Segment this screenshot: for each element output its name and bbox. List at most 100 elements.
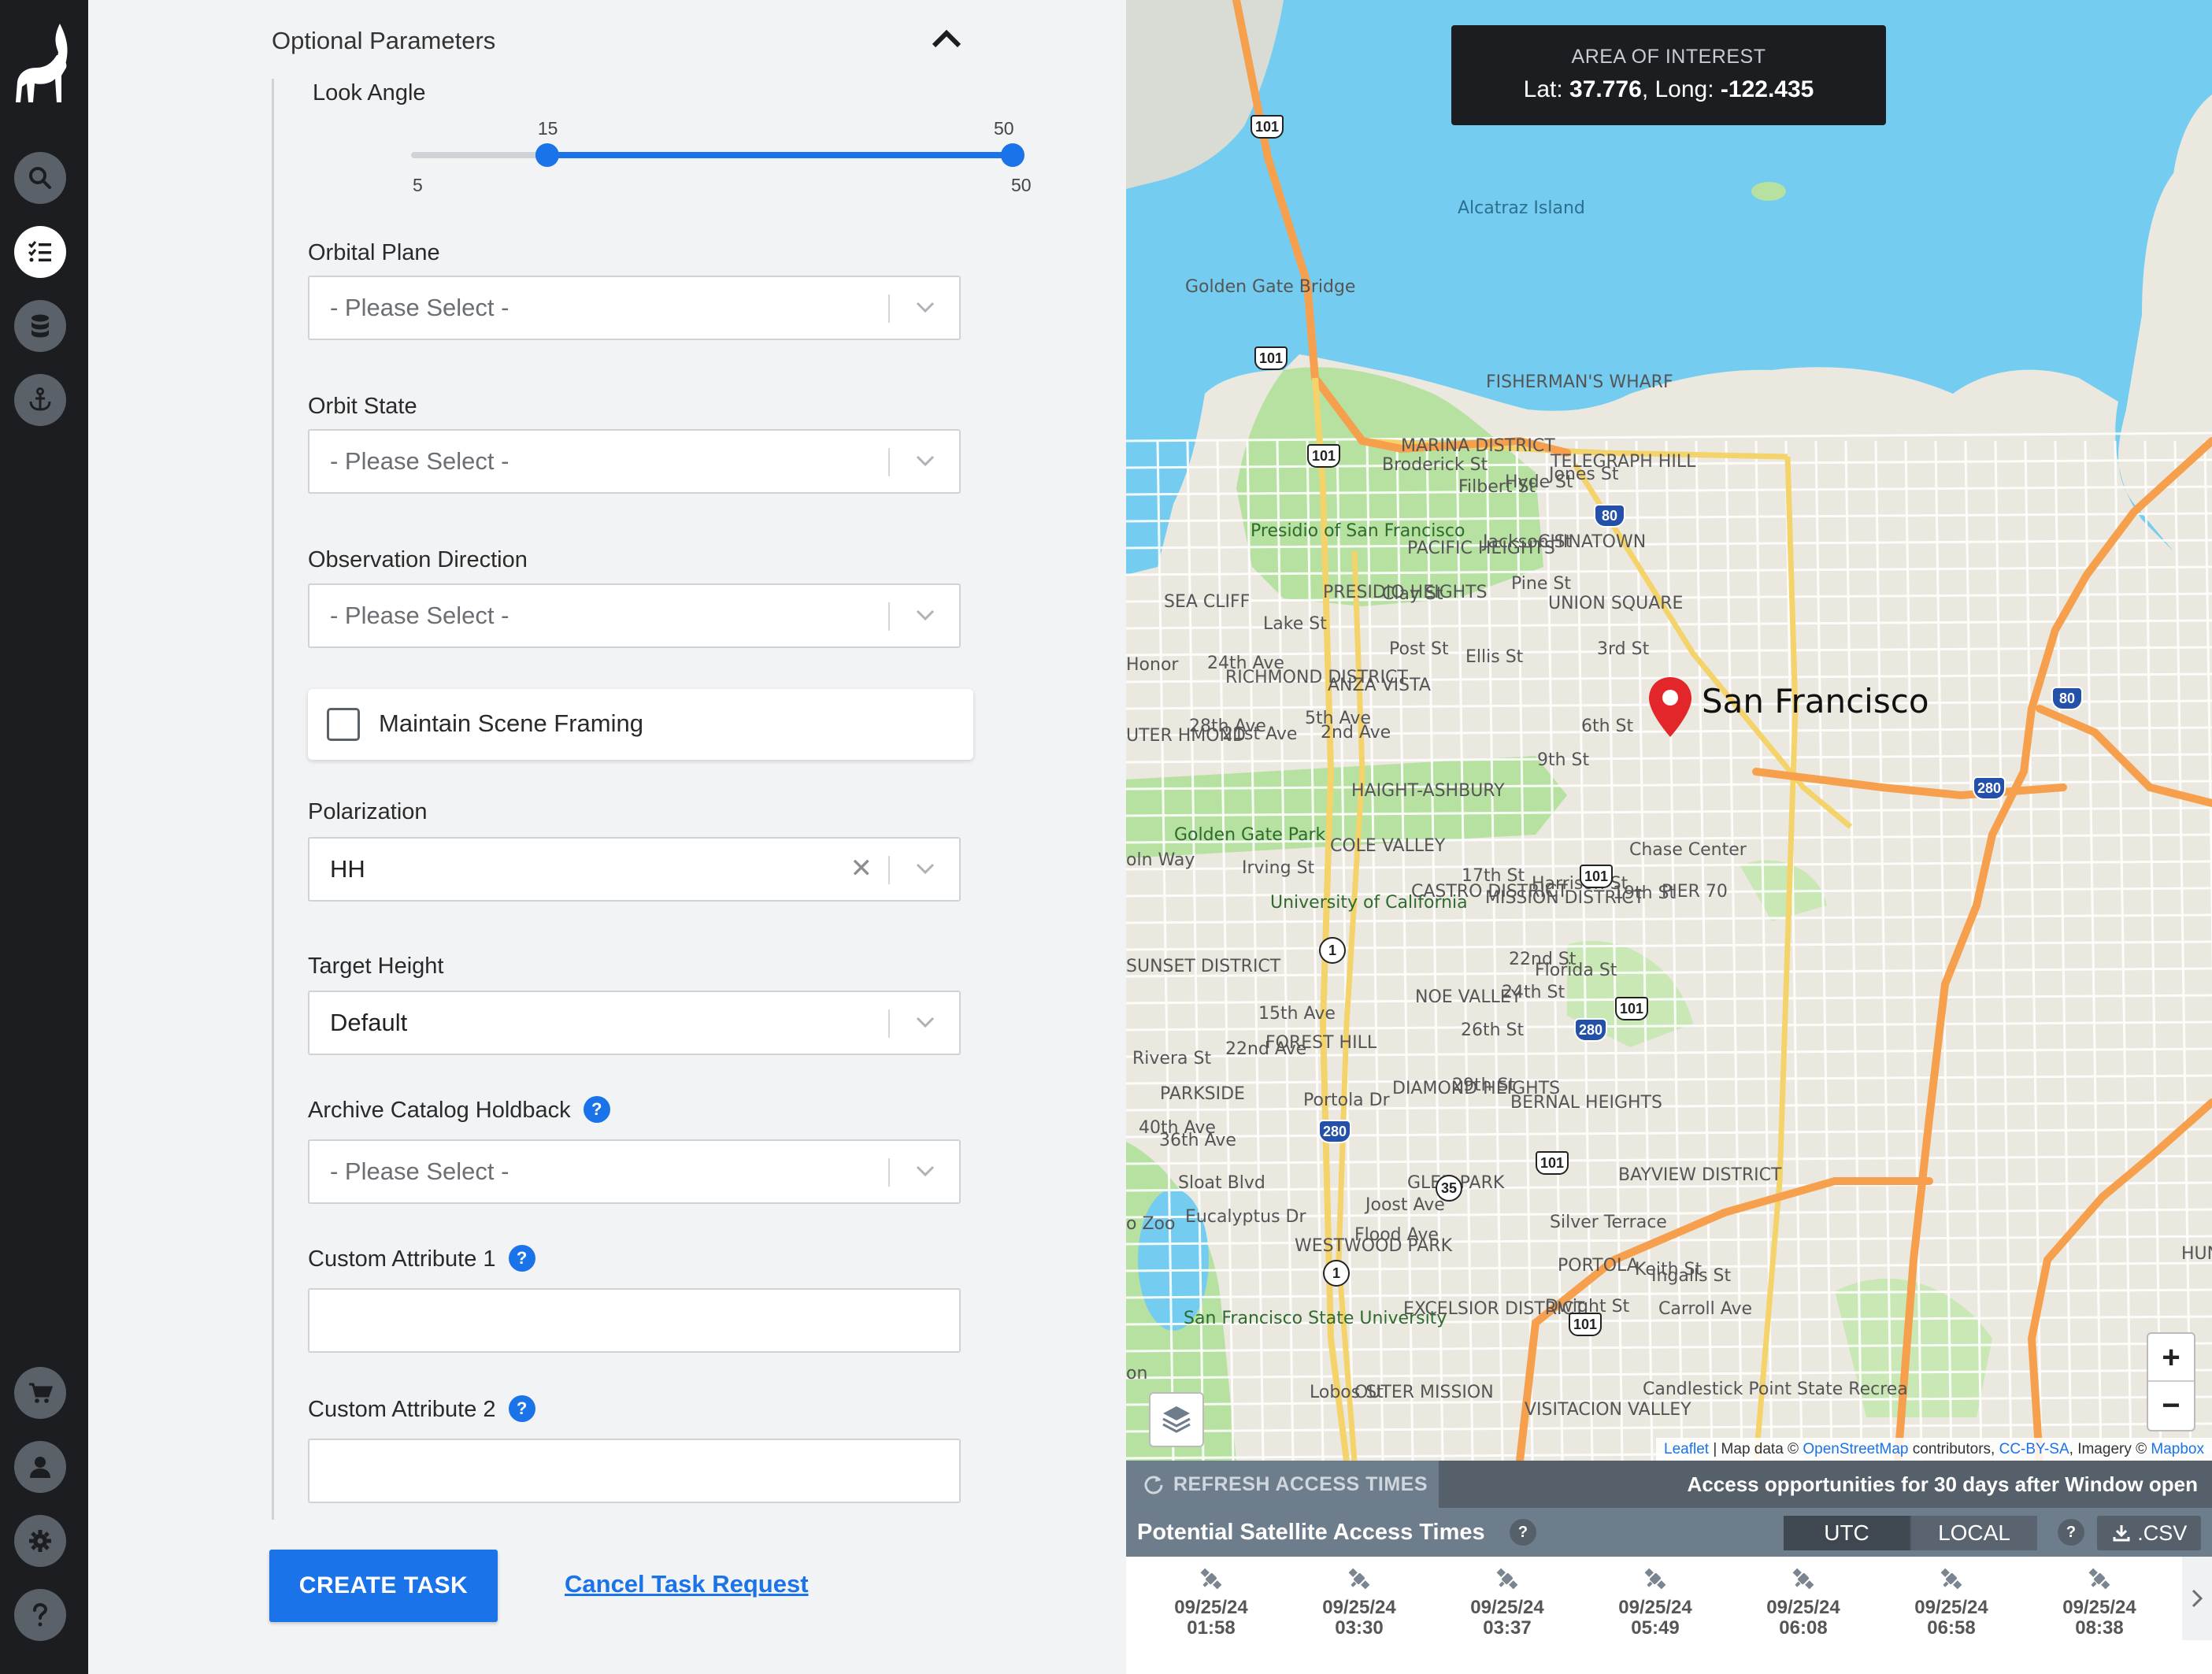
access-date: 09/25/24 [1618,1597,1692,1618]
orbital-plane-select[interactable]: - Please Select - [308,276,961,340]
access-time-item[interactable]: 09/25/24 01:58 [1137,1557,1285,1640]
map-place-label: BAYVIEW DISTRICT [1618,1165,1782,1185]
highway-shield: 101 [1254,346,1288,370]
slider-low-handle[interactable] [535,143,559,167]
map-place-label: 24th Ave [1207,654,1284,673]
map-place-label: 15th Ave [1258,1004,1336,1024]
target-height-select[interactable]: Default [308,991,961,1055]
access-time-item[interactable]: 09/25/24 06:58 [1877,1557,2025,1640]
custom-attribute-2-text: Custom Attribute 2 [308,1397,496,1422]
highway-shield: 1 [1323,1260,1350,1287]
access-time-item[interactable]: 09/25/24 06:08 [1729,1557,1877,1640]
select-separator [888,1009,890,1038]
osm-link[interactable]: OpenStreetMap [1803,1441,1908,1457]
map-place-label: Portola Dr [1303,1091,1390,1110]
select-separator [888,602,890,631]
look-angle-slider[interactable]: 15 50 5 50 [324,118,1033,213]
anchor-nav-button[interactable] [14,374,66,426]
slider-max-label: 50 [1011,175,1032,195]
map-place-label: Candlestick Point State Recrea [1643,1380,1908,1399]
access-time-item[interactable]: 09/25/24 08:38 [2025,1557,2173,1640]
map-place-label: HAIGHT-ASHBURY [1351,781,1505,801]
access-date: 09/25/24 [1766,1597,1840,1618]
highway-shield: 80 [1594,504,1625,528]
access-header-bar: REFRESH ACCESS TIMES Access opportunitie… [1126,1461,2212,1508]
chevron-down-icon [916,1165,935,1177]
access-time-item[interactable]: 09/25/24 03:30 [1285,1557,1433,1640]
highway-shield: 101 [1615,997,1649,1020]
checkbox-box[interactable] [327,708,360,741]
chevron-down-icon [916,455,935,467]
next-page-button[interactable] [2182,1557,2212,1640]
cancel-task-link[interactable]: Cancel Task Request [565,1570,809,1598]
custom-attribute-1-input[interactable] [308,1288,961,1353]
custom-attribute-2-label: Custom Attribute 2? [308,1395,535,1424]
orbit-state-select[interactable]: - Please Select - [308,429,961,494]
access-time-item[interactable]: 09/25/24 05:49 [1581,1557,1729,1640]
timezone-toggle[interactable]: UTC LOCAL [1784,1516,2037,1550]
zoom-control[interactable]: + − [2147,1332,2195,1431]
help-icon[interactable]: ? [583,1096,610,1124]
chevron-right-icon [2192,1589,2203,1608]
cart-icon [29,1383,54,1403]
map-view[interactable]: AREA OF INTEREST Lat: 37.776, Long: -122… [1126,0,2212,1461]
database-nav-button[interactable] [14,300,66,352]
access-times-list: 09/25/24 01:58 09/25/24 03:30 09/25/24 03:37 0… [1126,1557,2212,1640]
help-icon[interactable]: ? [2058,1519,2084,1546]
help-icon[interactable]: ? [508,1245,535,1272]
refresh-icon [1144,1476,1163,1494]
export-csv-button[interactable]: .CSV [2097,1516,2201,1550]
map-place-label: Golden Gate Park [1174,825,1326,845]
chevron-up-icon[interactable] [928,24,965,55]
create-task-button[interactable]: CREATE TASK [269,1550,498,1622]
access-time: 01:58 [1187,1617,1236,1639]
map-place-label: 22nd Ave [1225,1039,1307,1059]
access-time-item[interactable]: 09/25/24 03:37 [1433,1557,1581,1640]
map-place-label: Silver Terrace [1550,1213,1667,1232]
local-toggle[interactable]: LOCAL [1911,1516,2037,1550]
chevron-down-icon [916,609,935,621]
utc-toggle[interactable]: UTC [1784,1516,1910,1550]
help-icon[interactable]: ? [1510,1519,1536,1546]
refresh-access-times-button[interactable]: REFRESH ACCESS TIMES [1126,1461,1439,1508]
zoom-out-button[interactable]: − [2148,1382,2194,1430]
gear-icon [29,1530,51,1552]
observation-direction-placeholder: - Please Select - [330,602,509,629]
maintain-scene-framing-checkbox[interactable]: Maintain Scene Framing [308,689,973,760]
map-place-label: Honor [1126,655,1179,675]
map-place-label: Jones St [1549,465,1619,484]
observation-direction-select[interactable]: - Please Select - [308,583,961,648]
task-list-icon [28,241,51,262]
archive-holdback-select[interactable]: - Please Select - [308,1139,961,1204]
archive-holdback-placeholder: - Please Select - [330,1157,509,1185]
help-nav-button[interactable] [14,1589,66,1641]
map-place-label: on [1126,1364,1148,1383]
map-place-label: 29th St [1452,1076,1516,1095]
slider-high-handle[interactable] [1001,143,1024,167]
target-height-label: Target Height [308,954,444,979]
layers-icon [1162,1406,1191,1433]
cart-nav-button[interactable] [14,1367,66,1419]
mapbox-link[interactable]: Mapbox [2151,1441,2204,1457]
license-link[interactable]: CC-BY-SA [1999,1441,2069,1457]
search-nav-button[interactable] [14,152,66,204]
custom-attribute-2-input[interactable] [308,1439,961,1503]
map-place-label: oln Way [1126,850,1195,870]
layers-button[interactable] [1149,1392,1204,1447]
zoom-in-button[interactable]: + [2148,1334,2194,1382]
search-icon [29,167,51,189]
leaflet-link[interactable]: Leaflet [1664,1441,1709,1457]
clear-icon[interactable]: ✕ [850,853,873,884]
account-nav-button[interactable] [14,1441,66,1493]
task-form-panel: Optional Parameters Look Angle 15 50 5 5… [88,0,1126,1674]
map-place-label: Florida St [1535,961,1617,980]
help-icon[interactable]: ? [508,1395,535,1423]
map-place-label: COLE VALLEY [1330,836,1446,856]
settings-nav-button[interactable] [14,1515,66,1567]
access-date: 09/25/24 [1914,1597,1988,1618]
tasks-nav-button[interactable] [14,226,66,278]
map-place-label: 36th Ave [1159,1131,1236,1150]
look-angle-track[interactable] [324,118,1033,213]
access-title-bar: Potential Satellite Access Times ? UTC L… [1126,1508,2212,1557]
polarization-select[interactable]: HH ✕ [308,837,961,902]
